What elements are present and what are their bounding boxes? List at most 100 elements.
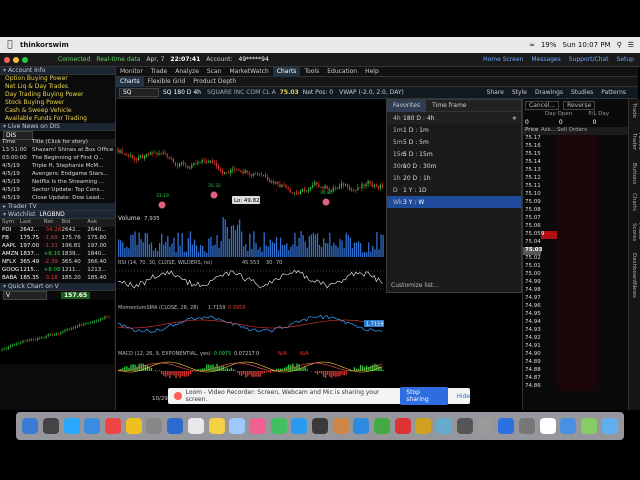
- dropdown-current[interactable]: 4h 180 D : 4h ★: [387, 112, 521, 124]
- sell-orders-cell[interactable]: [557, 215, 597, 223]
- dock-app-icon[interactable]: [394, 418, 411, 434]
- ask-size-cell[interactable]: [541, 223, 557, 231]
- ladder-row[interactable]: 75.01: [523, 263, 628, 271]
- sell-orders-cell[interactable]: [557, 351, 597, 359]
- wifi-icon[interactable]: ≈: [529, 41, 535, 49]
- battery-percent[interactable]: 19%: [541, 41, 557, 49]
- watchlist-row[interactable]: AMZN 1837... +8.16 1839... 1840...: [0, 251, 115, 259]
- ladder-row[interactable]: 75.12: [523, 175, 628, 183]
- ladder-row[interactable]: 74.91: [523, 343, 628, 351]
- trader-tv-header[interactable]: ▸ Trader TV: [0, 203, 115, 211]
- ladder-row[interactable]: 75.09: [523, 199, 628, 207]
- dock-app-icon[interactable]: [249, 418, 266, 434]
- ask-size-cell[interactable]: [541, 287, 557, 295]
- ladder-row[interactable]: 74.97: [523, 295, 628, 303]
- sell-orders-cell[interactable]: [557, 159, 597, 167]
- dock-app-icon[interactable]: [560, 418, 577, 434]
- timeframe-option[interactable]: 5m 5 D : 5m: [387, 136, 521, 148]
- tab-tools[interactable]: Tools: [300, 67, 323, 77]
- ladder-row[interactable]: 74.94: [523, 319, 628, 327]
- customize-list-link[interactable]: Customize list...: [391, 282, 439, 289]
- sell-orders-cell[interactable]: [557, 327, 597, 335]
- subtab-flexible-grid[interactable]: Flexible Grid: [144, 77, 190, 87]
- dock-app-icon[interactable]: [539, 418, 556, 434]
- menu-icon[interactable]: ☰: [628, 41, 634, 49]
- side-tab-active-trader[interactable]: Active Trader: [631, 133, 640, 159]
- dock-app-icon[interactable]: [125, 418, 142, 434]
- news-item[interactable]: 4/5/19 Netflix Is the Streaming ...: [0, 179, 115, 187]
- apple-icon[interactable]: : [0, 40, 20, 50]
- news-item[interactable]: 4/5/19 Triple H, Stephanie McM...: [0, 163, 115, 171]
- collapse-icon[interactable]: ▾: [3, 211, 6, 218]
- dock-app-icon[interactable]: [580, 418, 597, 434]
- ladder-row[interactable]: 74.88: [523, 367, 628, 375]
- dock-app-icon[interactable]: [477, 418, 494, 434]
- tab-favorites[interactable]: Favorites: [387, 99, 427, 112]
- watchlist-row[interactable]: FB 175.75 -1.69 175.76 175.80: [0, 235, 115, 243]
- sell-orders-cell[interactable]: [557, 231, 597, 239]
- cancel-button[interactable]: Cancel...: [525, 100, 560, 110]
- ask-size-cell[interactable]: [541, 351, 557, 359]
- ladder-row[interactable]: 74.87: [523, 375, 628, 383]
- ask-size-cell[interactable]: [541, 207, 557, 215]
- dock-app-icon[interactable]: [146, 418, 163, 434]
- news-item[interactable]: 4/5/19 Sector Update: Top Cons...: [0, 187, 115, 195]
- quick-chart-header[interactable]: ▾ Quick Chart on V: [0, 283, 115, 291]
- sell-orders-cell[interactable]: [557, 239, 597, 247]
- ask-size-cell[interactable]: [541, 175, 557, 183]
- messages-button[interactable]: Messages: [531, 56, 560, 63]
- dock-app-icon[interactable]: [353, 418, 370, 434]
- sell-orders-cell[interactable]: [557, 295, 597, 303]
- setup-button[interactable]: Setup: [617, 56, 634, 63]
- timeframe-option[interactable]: 1m 1 D : 1m: [387, 124, 521, 136]
- ladder-row[interactable]: 74.93: [523, 327, 628, 335]
- sell-orders-cell[interactable]: [557, 383, 597, 391]
- home-screen-button[interactable]: Home Screen: [483, 56, 523, 63]
- sell-orders-cell[interactable]: [557, 303, 597, 311]
- ask-size-cell[interactable]: [541, 319, 557, 327]
- ladder-row[interactable]: 74.89: [523, 359, 628, 367]
- ladder-row[interactable]: 74.92: [523, 335, 628, 343]
- minimize-window-icon[interactable]: [13, 56, 19, 63]
- sell-orders-cell[interactable]: [557, 151, 597, 159]
- dock-app-icon[interactable]: [415, 418, 432, 434]
- ladder-row[interactable]: 75.11: [523, 183, 628, 191]
- ask-size-cell[interactable]: [541, 383, 557, 391]
- ask-size-cell[interactable]: [541, 239, 557, 247]
- tab-monitor[interactable]: Monitor: [116, 67, 147, 77]
- tab-marketwatch[interactable]: MarketWatch: [226, 67, 273, 77]
- sell-orders-cell[interactable]: [557, 311, 597, 319]
- quick-chart-symbol-input[interactable]: V: [3, 291, 47, 300]
- stop-sharing-button[interactable]: Stop sharing: [400, 387, 449, 405]
- support-chat-button[interactable]: Support/Chat: [569, 56, 609, 63]
- news-item[interactable]: 13:51:00 Shazam! Shines at Box Office: [0, 147, 115, 155]
- side-tab-dashboard[interactable]: Dashboard: [631, 253, 637, 283]
- expand-icon[interactable]: ▸: [3, 203, 6, 210]
- dock-app-icon[interactable]: [105, 418, 122, 434]
- ladder-row[interactable]: 75.03: [523, 247, 628, 255]
- tab-help[interactable]: Help: [361, 67, 383, 77]
- event-marker-icon[interactable]: [322, 198, 330, 206]
- ask-size-cell[interactable]: [541, 215, 557, 223]
- timeframe-option[interactable]: Wk 3 Y : W: [387, 196, 521, 208]
- ladder-row[interactable]: 74.86: [523, 383, 628, 391]
- ladder-row[interactable]: 75.05 9: [523, 231, 628, 239]
- sell-orders-cell[interactable]: [557, 143, 597, 151]
- sell-orders-cell[interactable]: [557, 375, 597, 383]
- patterns-button[interactable]: Patterns: [601, 89, 626, 96]
- dock-app-icon[interactable]: [311, 418, 328, 434]
- sell-orders-cell[interactable]: [557, 223, 597, 231]
- side-tab-buttons[interactable]: Buttons: [631, 163, 637, 189]
- sell-orders-cell[interactable]: [557, 343, 597, 351]
- dock-app-icon[interactable]: [518, 418, 535, 434]
- dock-app-icon[interactable]: [601, 418, 618, 434]
- news-item[interactable]: 4/5/19 Avengers: Endgame Stars...: [0, 171, 115, 179]
- ladder-row[interactable]: 74.90: [523, 351, 628, 359]
- sell-orders-cell[interactable]: [557, 247, 597, 255]
- ladder-row[interactable]: 75.00: [523, 271, 628, 279]
- sell-orders-cell[interactable]: [557, 175, 597, 183]
- ask-size-cell[interactable]: [541, 367, 557, 375]
- side-tab-news[interactable]: News: [631, 283, 637, 309]
- tab-charts[interactable]: Charts: [272, 66, 301, 77]
- ladder-row[interactable]: 75.06: [523, 223, 628, 231]
